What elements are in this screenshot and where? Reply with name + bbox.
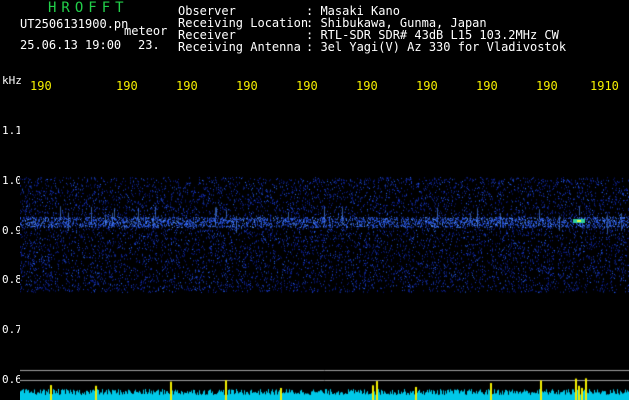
mode-label: meteor	[124, 24, 168, 38]
datetime: 25.06.13 19:00	[20, 38, 122, 52]
x-tick-label: 190	[356, 79, 378, 93]
x-tick-label: 1910	[590, 79, 619, 93]
x-tick-label: 190	[296, 79, 318, 93]
info-label-antenna: Receiving Antenna	[178, 40, 301, 54]
x-tick-label: 190	[476, 79, 498, 93]
x-tick-label: 190	[236, 79, 258, 93]
app-title: HROFFT	[48, 0, 129, 16]
y-axis-unit: kHz	[2, 74, 22, 87]
y-tick-label: 0.9	[2, 224, 22, 237]
info-value-antenna: : 3el Yagi(V) Az 330 for Vladivostok	[306, 40, 567, 54]
x-tick-label: 190	[536, 79, 558, 93]
y-tick-label: 0.8	[2, 273, 22, 286]
spectrogram-frame	[20, 97, 629, 400]
x-tick-label: 190	[116, 79, 138, 93]
y-tick-label: 1.0	[2, 174, 22, 187]
y-tick-label: 1.1	[2, 124, 22, 137]
filename: UT2506131900.pn	[20, 17, 129, 31]
y-tick-label: 0.7	[2, 323, 22, 336]
x-tick-label: 190	[176, 79, 198, 93]
x-tick-label: 190	[30, 79, 52, 93]
spectrogram-canvas	[20, 97, 629, 400]
duration: 23.	[138, 38, 160, 52]
y-tick-label: 0.6	[2, 373, 22, 386]
x-tick-label: 190	[416, 79, 438, 93]
